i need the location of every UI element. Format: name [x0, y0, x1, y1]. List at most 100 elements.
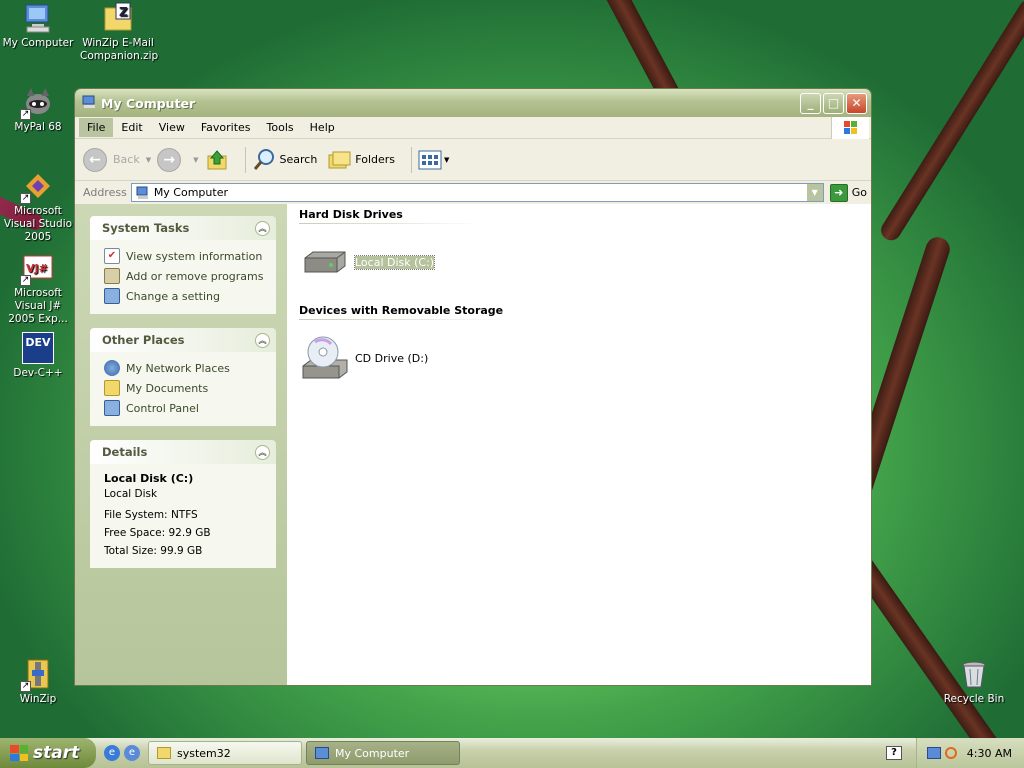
control-panel-icon — [104, 400, 120, 416]
window-title: My Computer — [101, 95, 196, 111]
panel-header[interactable]: System Tasks ︽ — [90, 216, 276, 240]
desktop-icon-label: MyPal 68 — [14, 121, 62, 133]
desktop-icon-my-computer[interactable]: My Computer — [0, 2, 76, 50]
folder-icon — [157, 747, 171, 759]
task-label: My Computer — [335, 746, 410, 760]
desktop-icon-label: Microsoft Visual J# 2005 Exp... — [8, 287, 68, 325]
task-label: Change a setting — [126, 289, 220, 303]
desktop-icon-visual-j[interactable]: VJ# ↗ Microsoft Visual J# 2005 Exp... — [0, 252, 76, 326]
details-total-size: Total Size: 99.9 GB — [104, 545, 203, 557]
details-free-space: Free Space: 92.9 GB — [104, 527, 211, 539]
task-my-computer[interactable]: My Computer — [306, 741, 460, 765]
menu-view[interactable]: View — [151, 118, 193, 137]
desktop-icon-devcpp[interactable]: DEV Dev-C++ — [0, 332, 76, 380]
recycle-bin-icon — [958, 658, 990, 690]
search-button[interactable]: Search — [252, 148, 318, 172]
folders-button[interactable]: Folders — [327, 148, 395, 172]
desktop-icon-label: Dev-C++ — [13, 367, 63, 379]
internet-explorer-icon[interactable]: e — [104, 745, 120, 761]
panel-header[interactable]: Details ︽ — [90, 440, 276, 464]
place-label: Control Panel — [126, 401, 199, 415]
hard-disk-icon — [304, 251, 346, 273]
browser-icon[interactable]: e — [124, 745, 140, 761]
wallpaper-branch — [877, 0, 1024, 245]
place-control-panel[interactable]: Control Panel — [104, 398, 266, 418]
network-globe-icon — [104, 360, 120, 376]
desktop-icon-winzip[interactable]: ↗ WinZip — [0, 658, 76, 706]
content-pane: Hard Disk Drives Local Disk (C:) Devices… — [287, 204, 871, 685]
task-label: Add or remove programs — [126, 269, 264, 283]
maximize-button[interactable]: □ — [823, 92, 844, 114]
start-button[interactable]: start — [0, 738, 96, 768]
search-label: Search — [279, 153, 318, 166]
forward-button[interactable]: → — [157, 147, 187, 172]
address-dropdown-icon[interactable]: ▼ — [806, 184, 823, 201]
panel-title: Details — [102, 445, 148, 459]
back-arrow-icon: ← — [83, 147, 107, 172]
menu-file[interactable]: File — [79, 118, 114, 137]
help-tray-icon[interactable]: ? — [886, 746, 902, 760]
vj-icon: VJ# ↗ — [20, 252, 54, 286]
drive-cd-d[interactable]: CD Drive (D:) — [299, 320, 859, 396]
window-body: System Tasks ︽ ✔ View system information A… — [75, 204, 871, 685]
menu-help[interactable]: Help — [302, 118, 343, 137]
my-computer-window[interactable]: My Computer _ □ ✕ File Edit View Favorit… — [74, 88, 872, 686]
up-folder-button[interactable] — [205, 148, 229, 172]
svg-text:VJ#: VJ# — [26, 262, 48, 275]
desktop-icon-recycle-bin[interactable]: Recycle Bin — [936, 658, 1012, 706]
address-input[interactable]: My Computer ▼ — [130, 183, 824, 202]
computer-icon — [315, 747, 329, 759]
views-button[interactable]: ▼ — [418, 149, 449, 171]
desktop-icon-label: WinZip — [19, 693, 57, 705]
go-button[interactable]: ➜ Go — [829, 183, 867, 202]
section-header: Hard Disk Drives — [299, 204, 559, 224]
address-bar: Address My Computer ▼ ➜ Go — [75, 181, 871, 205]
folders-label: Folders — [355, 153, 396, 166]
menu-tools[interactable]: Tools — [259, 118, 302, 137]
details-panel: Details ︽ Local Disk (C:) Local Disk File… — [90, 440, 276, 568]
place-label: My Documents — [126, 381, 209, 395]
place-my-documents[interactable]: My Documents — [104, 378, 266, 398]
panel-header[interactable]: Other Places ︽ — [90, 328, 276, 352]
menu-favorites[interactable]: Favorites — [193, 118, 259, 137]
details-file-system: File System: NTFS — [104, 509, 198, 521]
control-panel-icon — [104, 288, 120, 304]
drive-label: Local Disk (C:) — [353, 254, 436, 270]
computer-icon — [22, 2, 54, 34]
back-button[interactable]: ← Back — [83, 147, 140, 172]
folders-icon — [328, 151, 351, 168]
menu-edit[interactable]: Edit — [113, 118, 150, 137]
task-change-setting[interactable]: Change a setting — [104, 286, 266, 306]
desktop-icon-label: My Computer — [2, 37, 74, 49]
desktop-icon-mypal[interactable]: ↗ MyPal 68 — [0, 86, 76, 134]
desktop-icon-winzip-email[interactable]: Z WinZip E-Mail Companion.zip — [80, 2, 159, 63]
toolbar-separator — [411, 146, 413, 173]
task-view-system-info[interactable]: ✔ View system information — [104, 246, 266, 266]
title-bar[interactable]: My Computer _ □ ✕ — [75, 89, 871, 117]
taskbar: start e e system32 My Computer 4:30 AM — [0, 738, 1024, 768]
collapse-chevron-icon[interactable]: ︽ — [255, 332, 270, 348]
add-remove-icon — [104, 268, 120, 284]
go-label: Go — [851, 186, 867, 199]
drive-local-disk-c[interactable]: Local Disk (C:) — [299, 224, 859, 300]
documents-folder-icon — [104, 380, 120, 396]
network-tray-icon[interactable] — [926, 747, 941, 759]
close-button[interactable]: ✕ — [846, 92, 867, 114]
task-system32[interactable]: system32 — [148, 741, 302, 765]
views-icon — [418, 150, 442, 169]
clock[interactable]: 4:30 AM — [967, 747, 1012, 760]
back-dropdown-icon[interactable]: ▼ — [146, 156, 151, 164]
panel-title: System Tasks — [102, 221, 190, 235]
place-my-network-places[interactable]: My Network Places — [104, 358, 266, 378]
desktop-icon-label: WinZip E-Mail Companion.zip — [80, 37, 159, 62]
collapse-chevron-icon[interactable]: ︽ — [255, 220, 270, 236]
windows-logo-icon — [831, 117, 869, 139]
collapse-chevron-icon[interactable]: ︽ — [255, 444, 270, 460]
desktop-icon-label: Recycle Bin — [943, 693, 1005, 705]
minimize-button[interactable]: _ — [800, 92, 821, 114]
task-add-remove-programs[interactable]: Add or remove programs — [104, 266, 266, 286]
forward-dropdown-icon[interactable]: ▼ — [193, 156, 198, 164]
desktop-icon-visual-studio[interactable]: ↗ Microsoft Visual Studio 2005 — [0, 170, 76, 244]
tray-app-icon[interactable] — [944, 747, 957, 759]
details-type: Local Disk — [104, 488, 158, 500]
